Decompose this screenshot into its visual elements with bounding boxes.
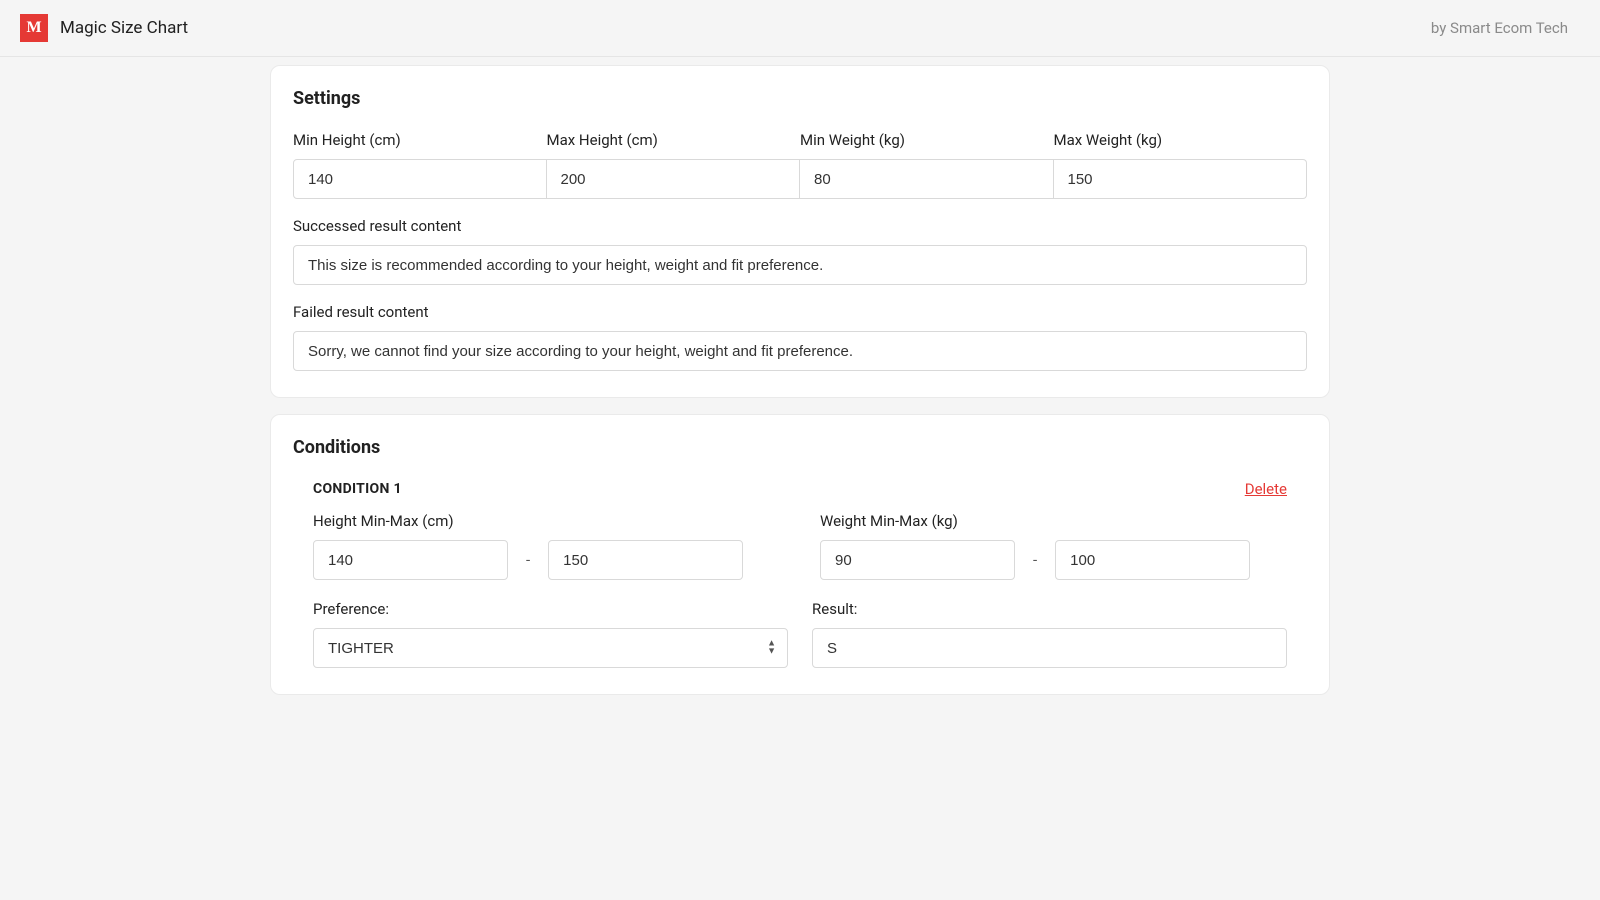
header-left: M Magic Size Chart [20,14,188,42]
conditions-title: Conditions [293,437,1307,458]
height-range-field: Height Min-Max (cm) - [313,512,780,580]
max-height-label: Max Height (cm) [547,131,801,149]
condition-pref-row: Preference: ▲▼ Result: [313,600,1287,668]
success-content-field: Successed result content [293,217,1307,285]
weight-range-inputs: - [820,540,1287,580]
weight-range-label: Weight Min-Max (kg) [820,512,1287,530]
condition-item: CONDITION 1 Delete Height Min-Max (cm) -… [293,480,1307,668]
preference-label: Preference: [313,600,788,618]
height-max-input[interactable] [548,540,743,580]
app-logo-icon: M [20,14,48,42]
condition-header: CONDITION 1 Delete [313,480,1287,498]
weight-range-separator: - [1033,551,1037,569]
height-range-inputs: - [313,540,780,580]
result-input[interactable] [812,628,1287,668]
min-weight-field: Min Weight (kg) [800,131,1054,199]
result-field: Result: [812,600,1287,668]
settings-metrics-row: Min Height (cm) Max Height (cm) Min Weig… [293,131,1307,199]
min-weight-input[interactable] [800,159,1054,199]
max-weight-field: Max Weight (kg) [1054,131,1308,199]
delete-condition-link[interactable]: Delete [1245,480,1287,498]
max-height-field: Max Height (cm) [547,131,801,199]
preference-field: Preference: ▲▼ [313,600,788,668]
height-range-label: Height Min-Max (cm) [313,512,780,530]
weight-range-field: Weight Min-Max (kg) - [820,512,1287,580]
min-height-input[interactable] [293,159,547,199]
preference-select-wrap: ▲▼ [313,628,788,668]
failed-content-field: Failed result content [293,303,1307,371]
condition-range-row: Height Min-Max (cm) - Weight Min-Max (kg… [313,512,1287,580]
max-weight-label: Max Weight (kg) [1054,131,1308,149]
min-weight-label: Min Weight (kg) [800,131,1054,149]
result-label: Result: [812,600,1287,618]
success-content-label: Successed result content [293,217,1307,235]
max-weight-input[interactable] [1054,159,1308,199]
height-range-separator: - [526,551,530,569]
condition-label: CONDITION 1 [313,481,402,497]
weight-max-input[interactable] [1055,540,1250,580]
failed-content-label: Failed result content [293,303,1307,321]
height-min-input[interactable] [313,540,508,580]
settings-title: Settings [293,88,1307,109]
app-header: M Magic Size Chart by Smart Ecom Tech [0,0,1600,57]
vendor-byline: by Smart Ecom Tech [1431,19,1568,37]
max-height-input[interactable] [547,159,801,199]
app-title: Magic Size Chart [60,18,188,38]
failed-content-input[interactable] [293,331,1307,371]
preference-select[interactable] [313,628,788,668]
min-height-label: Min Height (cm) [293,131,547,149]
weight-min-input[interactable] [820,540,1015,580]
success-content-input[interactable] [293,245,1307,285]
main-container: Settings Min Height (cm) Max Height (cm)… [270,57,1330,695]
min-height-field: Min Height (cm) [293,131,547,199]
conditions-card: Conditions CONDITION 1 Delete Height Min… [270,414,1330,695]
settings-card: Settings Min Height (cm) Max Height (cm)… [270,65,1330,398]
